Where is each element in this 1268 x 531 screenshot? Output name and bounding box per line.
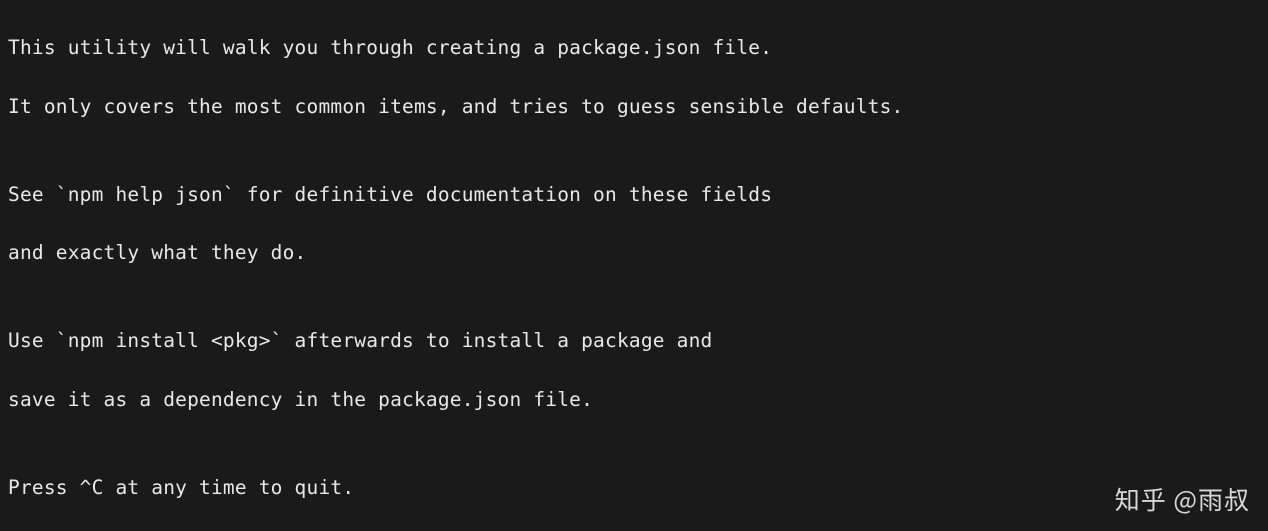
watermark-text: 知乎 @雨叔 <box>1115 481 1250 517</box>
intro-line: This utility will walk you through creat… <box>8 33 1260 62</box>
terminal-window[interactable]: This utility will walk you through creat… <box>0 0 1268 531</box>
intro-line: Press ^C at any time to quit. <box>8 473 1260 502</box>
intro-line: Use `npm install <pkg>` afterwards to in… <box>8 326 1260 355</box>
intro-line: See `npm help json` for definitive docum… <box>8 180 1260 209</box>
intro-line: and exactly what they do. <box>8 238 1260 267</box>
intro-line: save it as a dependency in the package.j… <box>8 385 1260 414</box>
intro-line: It only covers the most common items, an… <box>8 92 1260 121</box>
